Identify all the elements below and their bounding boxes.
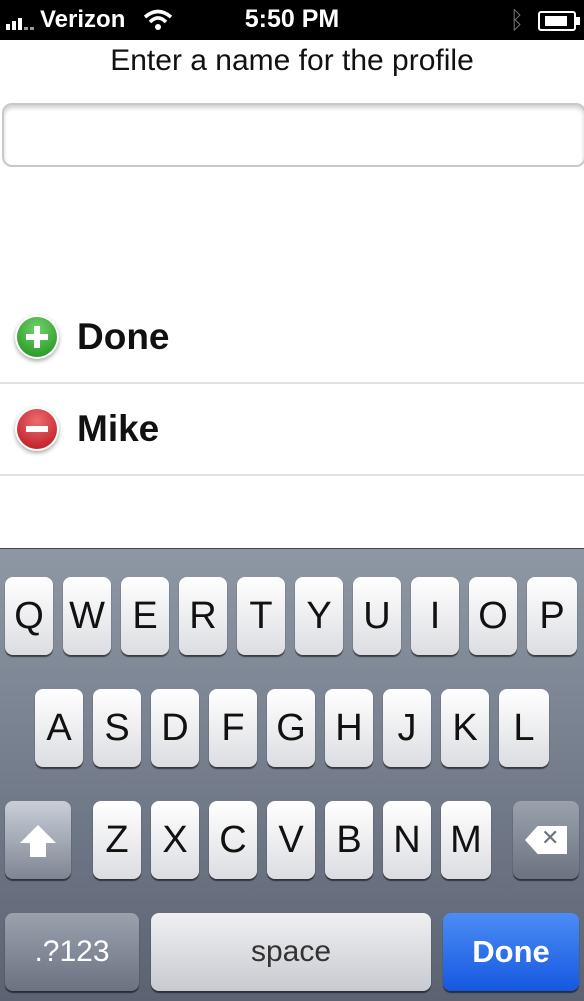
key-h[interactable]: H [325, 689, 373, 767]
backspace-icon [525, 826, 567, 854]
key-j[interactable]: J [383, 689, 431, 767]
key-a[interactable]: A [35, 689, 83, 767]
status-time: 5:50 PM [244, 5, 340, 33]
key-n[interactable]: N [383, 801, 431, 879]
key-p[interactable]: P [527, 577, 577, 655]
key-m[interactable]: M [441, 801, 491, 879]
key-d[interactable]: D [151, 689, 199, 767]
key-s[interactable]: S [93, 689, 141, 767]
battery-icon [538, 11, 580, 31]
row-label-done: Done [77, 316, 170, 357]
key-e[interactable]: E [121, 577, 169, 655]
status-bar: Verizon 5:50 PM ᛒ [0, 0, 584, 40]
profile-name-input[interactable] [2, 103, 584, 167]
row-label-mike: Mike [77, 408, 160, 449]
key-o[interactable]: O [469, 577, 517, 655]
key-v[interactable]: V [267, 801, 315, 879]
key-q[interactable]: Q [5, 577, 53, 655]
add-icon[interactable] [17, 317, 57, 357]
key-y[interactable]: Y [295, 577, 343, 655]
key-x[interactable]: X [151, 801, 199, 879]
key-c[interactable]: C [209, 801, 257, 879]
key-b[interactable]: B [325, 801, 373, 879]
key-g[interactable]: G [267, 689, 315, 767]
key-z[interactable]: Z [93, 801, 141, 879]
row-done[interactable]: Done [0, 292, 584, 384]
key-u[interactable]: U [353, 577, 401, 655]
keyboard: Q W E R T Y U I O P A S D F G H J K L Z … [0, 548, 584, 1001]
key-i[interactable]: I [411, 577, 459, 655]
done-key-label: Done [472, 934, 550, 969]
done-key[interactable]: Done [443, 913, 579, 991]
delete-icon[interactable] [17, 409, 57, 449]
key-k[interactable]: K [441, 689, 489, 767]
space-label: space [250, 935, 332, 968]
shift-key[interactable] [5, 801, 71, 879]
row-mike[interactable]: Mike [0, 384, 584, 476]
bluetooth-icon: ᛒ [509, 7, 524, 34]
backspace-key[interactable] [513, 801, 579, 879]
key-t[interactable]: T [237, 577, 285, 655]
mode-switch-label: .?123 [34, 935, 110, 968]
key-f[interactable]: F [209, 689, 257, 767]
key-l[interactable]: L [499, 689, 549, 767]
mode-switch-key[interactable]: .?123 [5, 913, 139, 991]
space-key[interactable]: space [151, 913, 431, 991]
shift-arrow-icon [20, 825, 56, 857]
key-r[interactable]: R [179, 577, 227, 655]
profile-name-prompt: Enter a name for the profile [110, 44, 474, 77]
key-w[interactable]: W [63, 577, 111, 655]
